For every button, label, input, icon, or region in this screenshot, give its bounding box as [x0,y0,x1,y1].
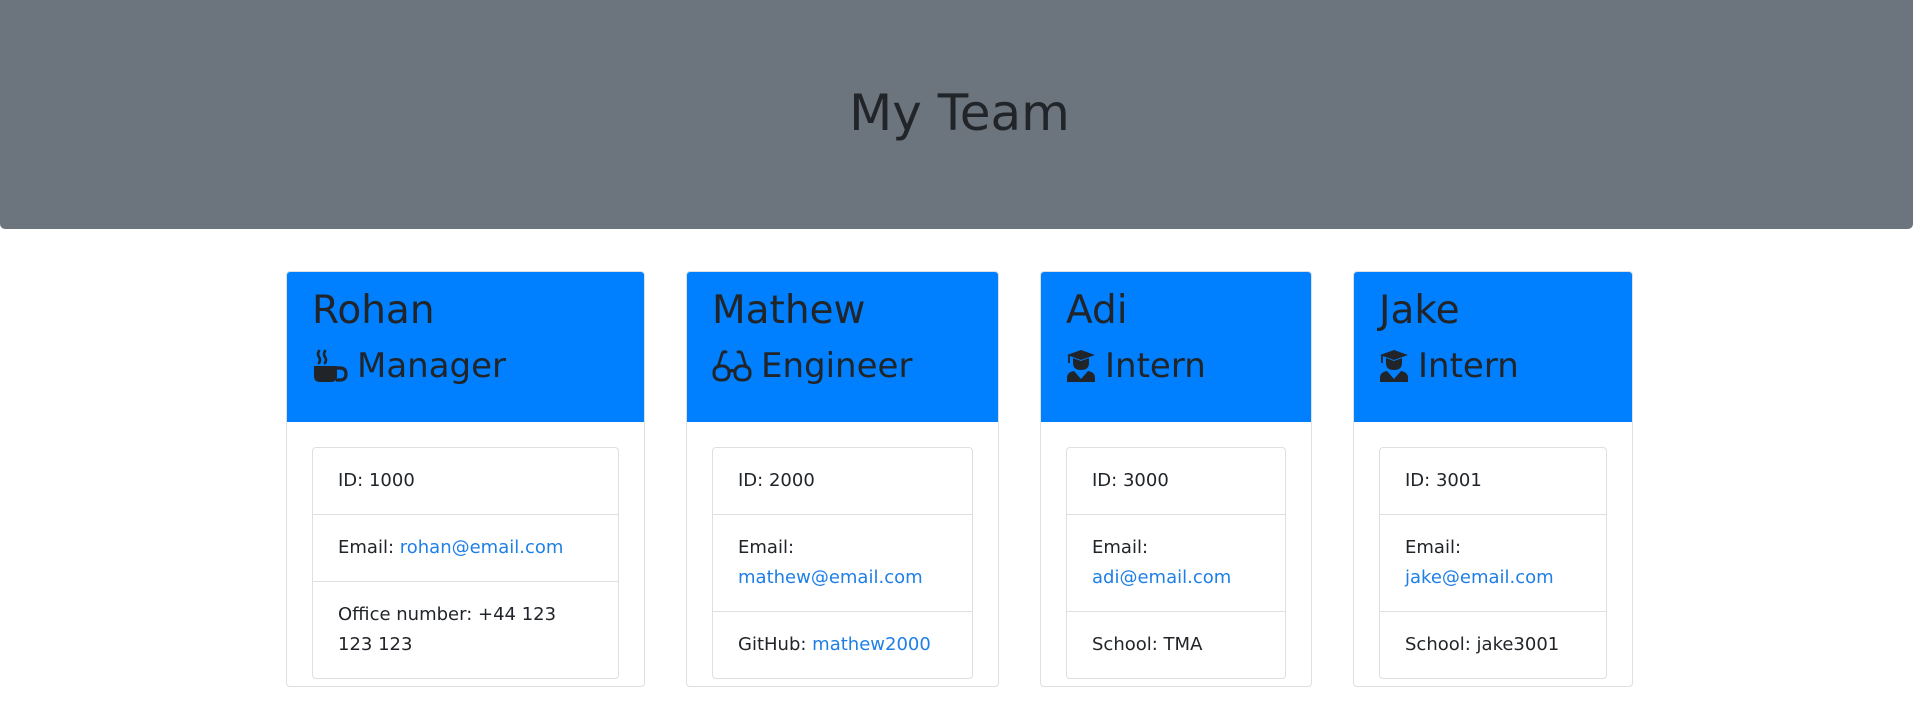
employee-card-manager: Rohan Manager ID: 1000 Email: rohan@emai… [286,271,645,687]
glasses-icon [712,349,752,383]
details-list: ID: 3000 Email: adi@email.com School: TM… [1066,447,1286,679]
card-body: ID: 1000 Email: rohan@email.com Office n… [287,422,644,686]
id-label: ID: [738,470,769,491]
employee-name: Adi [1066,288,1128,333]
card-header: Adi Intern [1041,272,1311,422]
employee-card-engineer: Mathew Engineer ID: 2000 Email: mathew@e… [686,271,999,687]
github-label: GitHub: [738,634,813,655]
employee-role: Engineer [712,345,973,387]
email-item: Email: jake@email.com [1380,514,1606,611]
school-value: TMA [1163,634,1203,655]
employee-role: Intern [1379,345,1607,387]
details-list: ID: 2000 Email: mathew@email.com GitHub:… [712,447,973,679]
email-item: Email: mathew@email.com [713,514,972,611]
employee-card-intern: Jake Intern ID: 3001 Email: jake@email.c… [1353,271,1633,687]
id-item: ID: 3001 [1380,448,1606,514]
email-label: Email: [738,537,795,558]
card-body: ID: 2000 Email: mathew@email.com GitHub:… [687,422,998,686]
email-label: Email: [338,537,400,558]
office-number-label: Office number: [338,604,478,625]
card-header: Rohan Manager [287,272,644,422]
details-list: ID: 1000 Email: rohan@email.com Office n… [312,447,619,679]
id-value: 3000 [1122,470,1169,491]
card-header: Jake Intern [1354,272,1632,422]
school-item: School: jake3001 [1380,611,1606,678]
coffee-icon [312,349,348,383]
id-value: 3001 [1435,470,1482,491]
email-link[interactable]: mathew@email.com [738,567,923,588]
school-label: School: [1405,634,1477,655]
employee-role: Intern [1066,345,1286,387]
id-item: ID: 1000 [313,448,618,514]
role-label: Engineer [761,346,913,386]
role-label: Manager [357,346,507,386]
school-label: School: [1092,634,1164,655]
id-label: ID: [1092,470,1123,491]
employee-name: Mathew [712,288,866,333]
employee-role: Manager [312,345,619,387]
email-label: Email: [1092,537,1149,558]
github-item: GitHub: mathew2000 [713,611,972,678]
role-label: Intern [1418,346,1519,386]
employee-card-intern: Adi Intern ID: 3000 Email: adi@email.com… [1040,271,1312,687]
employee-name: Rohan [312,288,435,333]
role-label: Intern [1105,346,1206,386]
id-label: ID: [1405,470,1436,491]
office-number-item: Office number: +44 123 123 123 [313,581,618,678]
card-body: ID: 3000 Email: adi@email.com School: TM… [1041,422,1311,686]
page-header: My Team [0,0,1913,229]
id-value: 1000 [368,470,415,491]
employee-name: Jake [1379,288,1460,333]
email-item: Email: adi@email.com [1067,514,1285,611]
email-item: Email: rohan@email.com [313,514,618,581]
school-item: School: TMA [1067,611,1285,678]
email-label: Email: [1405,537,1462,558]
id-label: ID: [338,470,369,491]
school-value: jake3001 [1476,634,1560,655]
graduate-icon [1066,349,1096,383]
card-body: ID: 3001 Email: jake@email.com School: j… [1354,422,1632,686]
card-header: Mathew Engineer [687,272,998,422]
id-value: 2000 [768,470,815,491]
id-item: ID: 2000 [713,448,972,514]
id-item: ID: 3000 [1067,448,1285,514]
email-link[interactable]: rohan@email.com [400,537,564,558]
email-link[interactable]: jake@email.com [1405,567,1554,588]
email-link[interactable]: adi@email.com [1092,567,1231,588]
details-list: ID: 3001 Email: jake@email.com School: j… [1379,447,1607,679]
page-title: My Team [849,84,1070,142]
github-link[interactable]: mathew2000 [812,634,931,655]
graduate-icon [1379,349,1409,383]
